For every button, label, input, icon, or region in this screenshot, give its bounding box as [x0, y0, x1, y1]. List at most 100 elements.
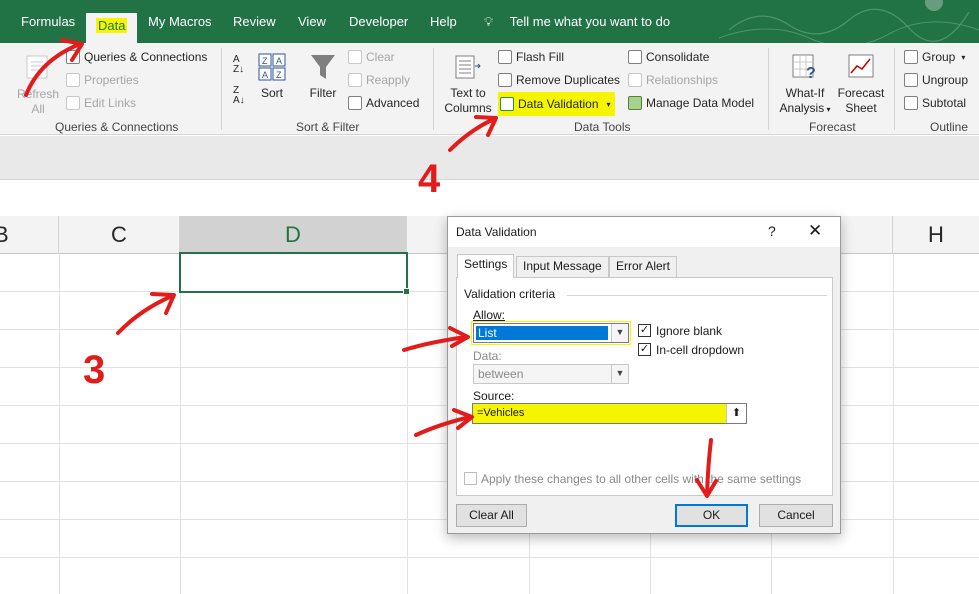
consolidate-button[interactable]: Consolidate: [628, 50, 709, 64]
subtotal-button[interactable]: Subtotal: [904, 96, 966, 110]
grid-line: [59, 254, 60, 594]
relationships-button[interactable]: Relationships: [628, 73, 718, 87]
filter-button[interactable]: Filter: [305, 52, 341, 101]
apply-all-checkbox[interactable]: [464, 472, 477, 485]
edit-links-label: Edit Links: [84, 96, 137, 110]
source-value: =Vehicles: [477, 407, 525, 419]
sort-az-button[interactable]: A Z↓: [233, 55, 244, 75]
forecast-sheet-label-2: Sheet: [845, 101, 877, 115]
manage-data-model-button[interactable]: Manage Data Model: [628, 96, 754, 110]
data-validation-button[interactable]: Data Validation ▾: [498, 92, 615, 116]
ungroup-button[interactable]: Ungroup: [904, 73, 968, 87]
forecast-sheet-button[interactable]: Forecast Sheet: [836, 52, 886, 116]
data-value: between: [478, 367, 524, 381]
group-separator: [768, 48, 769, 130]
tab-my-macros[interactable]: My Macros: [148, 11, 212, 33]
what-if-label-2: Analysis: [779, 101, 825, 115]
what-if-label-1: What-If: [785, 86, 825, 100]
ribbon-tab-bar: Formulas Data My Macros Review View Deve…: [0, 0, 979, 43]
column-header-h[interactable]: H: [893, 216, 979, 254]
consolidate-icon: [628, 50, 642, 64]
in-cell-dropdown-checkbox[interactable]: ✓: [638, 343, 651, 356]
ignore-blank-label: Ignore blank: [656, 324, 723, 338]
edit-links-button[interactable]: Edit Links: [66, 96, 136, 110]
tab-input-message[interactable]: Input Message: [516, 256, 609, 277]
column-header-d[interactable]: D: [180, 216, 407, 254]
tab-data[interactable]: Data: [86, 13, 138, 43]
flash-fill-button[interactable]: Flash Fill: [498, 50, 564, 64]
properties-button[interactable]: Properties: [66, 73, 139, 87]
subtotal-icon: [904, 96, 918, 110]
apply-all-label: Apply these changes to all other cells w…: [481, 472, 802, 486]
text-to-columns-label-2: Columns: [444, 101, 492, 115]
grid-line: [407, 254, 408, 594]
svg-text:Z: Z: [262, 56, 268, 66]
text-to-columns-icon: [455, 55, 481, 79]
tab-review[interactable]: Review: [233, 11, 276, 33]
grid-line: [180, 254, 181, 594]
tab-view[interactable]: View: [298, 11, 326, 33]
active-cell-d[interactable]: [179, 252, 410, 295]
reapply-button[interactable]: Reapply: [348, 73, 410, 87]
clear-label: Clear: [366, 50, 395, 64]
queries-icon: [66, 50, 80, 64]
column-header-c[interactable]: C: [59, 216, 180, 254]
remove-duplicates-icon: [498, 73, 512, 87]
chevron-down-icon: ▾: [961, 52, 966, 62]
chevron-down-icon[interactable]: ▾: [607, 100, 611, 109]
grid-line: [893, 254, 894, 594]
sort-label: Sort: [260, 86, 283, 100]
sort-button[interactable]: ZAAZ Sort: [255, 52, 289, 101]
tab-developer[interactable]: Developer: [349, 11, 408, 33]
tab-help[interactable]: Help: [430, 11, 457, 33]
allow-value: List: [476, 326, 608, 340]
refresh-all-button[interactable]: Refresh All: [16, 53, 60, 117]
help-button[interactable]: ?: [768, 223, 776, 239]
cancel-button[interactable]: Cancel: [759, 504, 833, 527]
data-label: Data:: [473, 349, 502, 363]
data-select[interactable]: between ▼: [473, 364, 629, 384]
text-to-columns-button[interactable]: Text to Columns: [443, 52, 493, 116]
allow-select[interactable]: List ▼: [471, 321, 631, 345]
arrow-to-cell: [116, 294, 174, 335]
close-icon[interactable]: ✕: [808, 221, 822, 241]
tab-settings[interactable]: Settings: [457, 254, 515, 278]
reapply-icon: [348, 73, 362, 87]
remove-duplicates-label: Remove Duplicates: [516, 73, 621, 87]
group-separator: [221, 48, 222, 130]
sort-az-icon: A Z↓: [233, 54, 245, 75]
tell-me-text: Tell me what you want to do: [509, 14, 671, 29]
sort-za-button[interactable]: Z A↓: [233, 86, 245, 106]
validation-criteria-heading: Validation criteria: [464, 287, 556, 301]
remove-duplicates-button[interactable]: Remove Duplicates: [498, 73, 620, 87]
tab-formulas[interactable]: Formulas: [21, 11, 75, 33]
funnel-icon: [311, 55, 335, 79]
in-cell-dropdown-label: In-cell dropdown: [656, 343, 745, 357]
collapse-dialog-icon[interactable]: ⬆: [726, 404, 746, 423]
filter-label: Filter: [309, 86, 337, 100]
advanced-filter-button[interactable]: Advanced: [348, 96, 419, 110]
clear-filter-button[interactable]: Clear: [348, 50, 395, 64]
group-button[interactable]: Group ▾: [904, 50, 965, 64]
data-validation-icon: [500, 97, 514, 111]
properties-icon: [66, 73, 80, 87]
queries-connections-button[interactable]: Queries & Connections: [66, 50, 207, 64]
tab-error-alert[interactable]: Error Alert: [609, 256, 678, 277]
subtotal-label: Subtotal: [922, 96, 967, 110]
svg-text:?: ?: [806, 65, 816, 82]
relationships-label: Relationships: [646, 73, 719, 87]
clear-all-button[interactable]: Clear All: [456, 504, 527, 527]
group-label-data-tools: Data Tools: [574, 120, 631, 134]
ok-button[interactable]: OK: [675, 504, 748, 527]
column-header-b[interactable]: B: [0, 216, 59, 254]
what-if-analysis-button[interactable]: ? What-If Analysis ▾: [776, 52, 834, 117]
group-label-outline: Outline: [930, 120, 969, 134]
arrow-head: [150, 292, 176, 315]
source-input[interactable]: =Vehicles ⬆: [472, 403, 747, 424]
chevron-down-icon[interactable]: ▼: [611, 365, 628, 383]
tell-me-search[interactable]: 💡︎ Tell me what you want to do: [484, 11, 670, 33]
formula-bar-area: [0, 136, 979, 180]
ignore-blank-checkbox[interactable]: ✓: [638, 324, 651, 337]
chevron-down-icon[interactable]: ▼: [611, 324, 628, 342]
grid-line: [0, 557, 979, 558]
